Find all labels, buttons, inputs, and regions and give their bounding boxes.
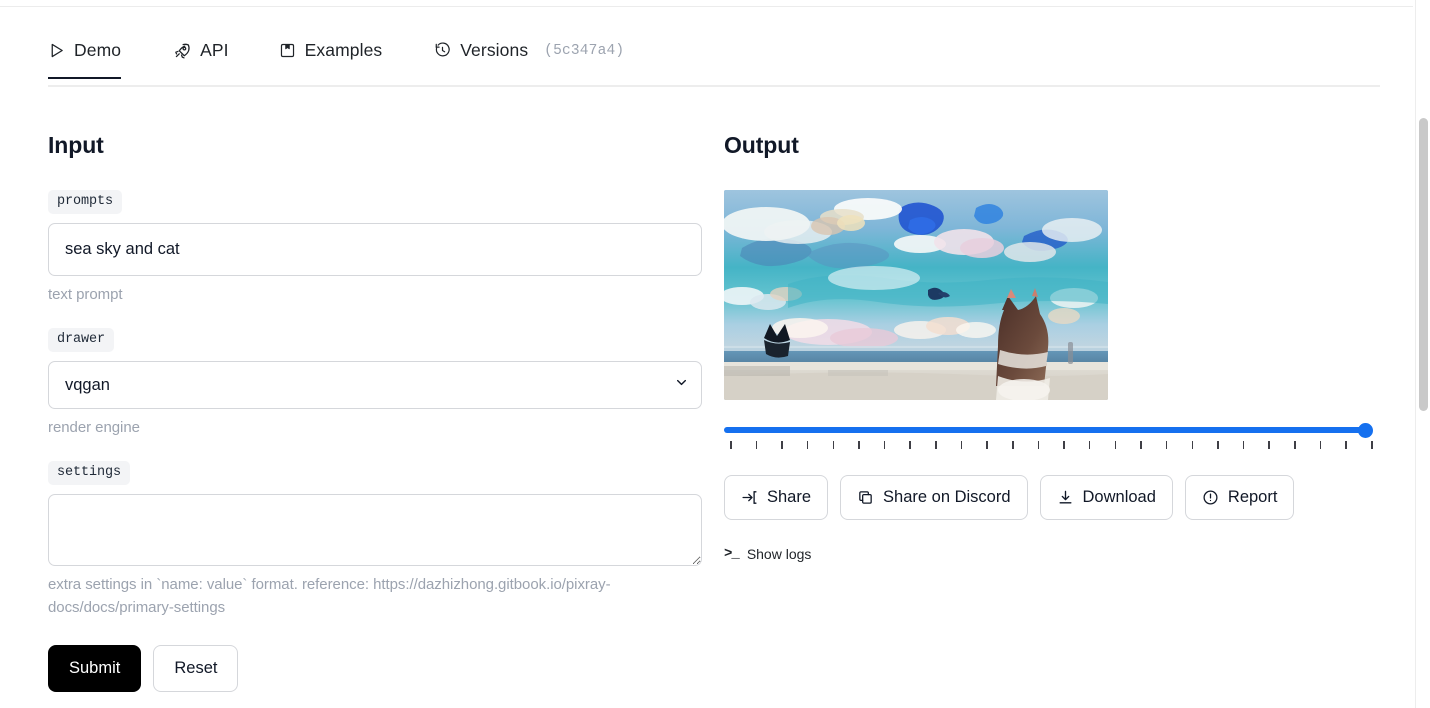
slider-tick	[832, 441, 835, 449]
slider-tick	[1294, 441, 1296, 449]
share-on-discord-button[interactable]: Share on Discord	[840, 475, 1028, 520]
slider-track[interactable]	[724, 427, 1366, 433]
submit-button[interactable]: Submit	[48, 644, 142, 692]
slider-tick	[1371, 441, 1373, 449]
slider-tick	[1063, 441, 1065, 449]
prompts-input[interactable]	[48, 223, 702, 276]
tab-versions-label: Versions	[460, 40, 529, 60]
slider-tick	[1114, 441, 1117, 449]
history-clock-icon	[434, 42, 451, 59]
tab-examples[interactable]: Examples	[279, 40, 383, 79]
settings-label: settings	[48, 461, 131, 486]
field-settings: settings extra settings in `name: value`…	[48, 461, 702, 618]
slider-tick	[909, 441, 911, 449]
output-title: Output	[724, 132, 799, 158]
copy-icon	[857, 489, 874, 506]
slider-tick	[1268, 441, 1270, 449]
report-button[interactable]: Report	[1184, 475, 1295, 520]
slider-tick	[1012, 441, 1014, 449]
show-logs-toggle[interactable]: >_ Show logs	[724, 546, 811, 562]
slider-tick	[1345, 441, 1347, 449]
top-divider	[0, 6, 1413, 7]
slider-tick	[1319, 441, 1322, 449]
show-logs-label: Show logs	[746, 546, 812, 562]
slider-tick	[960, 441, 963, 449]
settings-helper: extra settings in `name: value` format. …	[48, 576, 611, 616]
tab-versions[interactable]: Versions (5c347a4)	[434, 40, 624, 79]
slider-tick	[755, 441, 758, 449]
drawer-select[interactable]: vqgan	[48, 361, 702, 410]
drawer-label: drawer	[48, 328, 115, 353]
form-actions: Submit Reset	[48, 644, 702, 692]
slider-tick	[935, 441, 937, 449]
terminal-prompt-icon: >_	[724, 546, 740, 562]
generated-artwork	[724, 190, 1108, 400]
tab-bar: Demo API Examples Versions (5c347a4)	[0, 40, 1380, 86]
slider-tick	[1165, 441, 1168, 449]
field-prompts: prompts text prompt	[48, 190, 702, 306]
version-hash: (5c347a4)	[544, 42, 625, 59]
page-scrollbar-track[interactable]	[1415, 0, 1430, 708]
share-on-discord-label: Share on Discord	[883, 488, 1011, 506]
page-scrollbar-thumb[interactable]	[1419, 118, 1428, 411]
settings-textarea[interactable]	[48, 494, 702, 567]
slider-tick	[1088, 441, 1091, 449]
output-image[interactable]	[724, 190, 1108, 400]
slider-ticks	[724, 441, 1378, 449]
tab-api-label: API	[200, 40, 229, 60]
download-button-label: Download	[1082, 488, 1156, 506]
drawer-helper: render engine	[48, 419, 140, 437]
rocket-icon	[173, 42, 191, 60]
share-button-label: Share	[767, 488, 812, 506]
tab-api[interactable]: API	[173, 40, 229, 79]
slider-tick	[986, 441, 988, 449]
slider-tick	[1242, 441, 1245, 449]
slider-tick	[883, 441, 886, 449]
input-panel: Input prompts text prompt drawer vqgan r…	[48, 132, 702, 692]
output-actions: Share Share on Discord Download Report	[724, 475, 1380, 520]
slider-tick	[806, 441, 809, 449]
slider-tick	[730, 441, 732, 449]
slider-tick	[1140, 441, 1142, 449]
alert-circle-icon	[1202, 489, 1219, 506]
slider-thumb[interactable]	[1358, 423, 1373, 438]
slider-tick	[858, 441, 860, 449]
prompts-label: prompts	[48, 190, 123, 214]
prompts-helper: text prompt	[48, 286, 123, 303]
slider-tick	[1217, 441, 1219, 449]
input-title: Input	[48, 132, 104, 158]
bookmark-square-icon	[279, 42, 296, 59]
play-triangle-icon	[48, 42, 65, 59]
download-button[interactable]: Download	[1039, 475, 1173, 520]
report-button-label: Report	[1227, 488, 1278, 506]
tab-examples-label: Examples	[304, 40, 383, 60]
share-arrow-icon	[741, 489, 758, 506]
slider-tick	[781, 441, 783, 449]
tab-demo-label: Demo	[74, 40, 122, 60]
tab-demo[interactable]: Demo	[48, 40, 122, 79]
frame-slider[interactable]	[724, 423, 1378, 449]
tab-bar-underline	[48, 85, 1380, 87]
app-root: Demo API Examples Versions (5c347a4) Inp…	[0, 0, 1430, 708]
output-panel: Output Share Share on Discord Download R…	[724, 132, 1380, 562]
slider-tick	[1191, 441, 1194, 449]
share-button[interactable]: Share	[724, 475, 829, 520]
reset-button[interactable]: Reset	[153, 644, 239, 692]
slider-tick	[1037, 441, 1040, 449]
field-drawer: drawer vqgan render engine	[48, 328, 702, 439]
download-icon	[1057, 489, 1074, 506]
